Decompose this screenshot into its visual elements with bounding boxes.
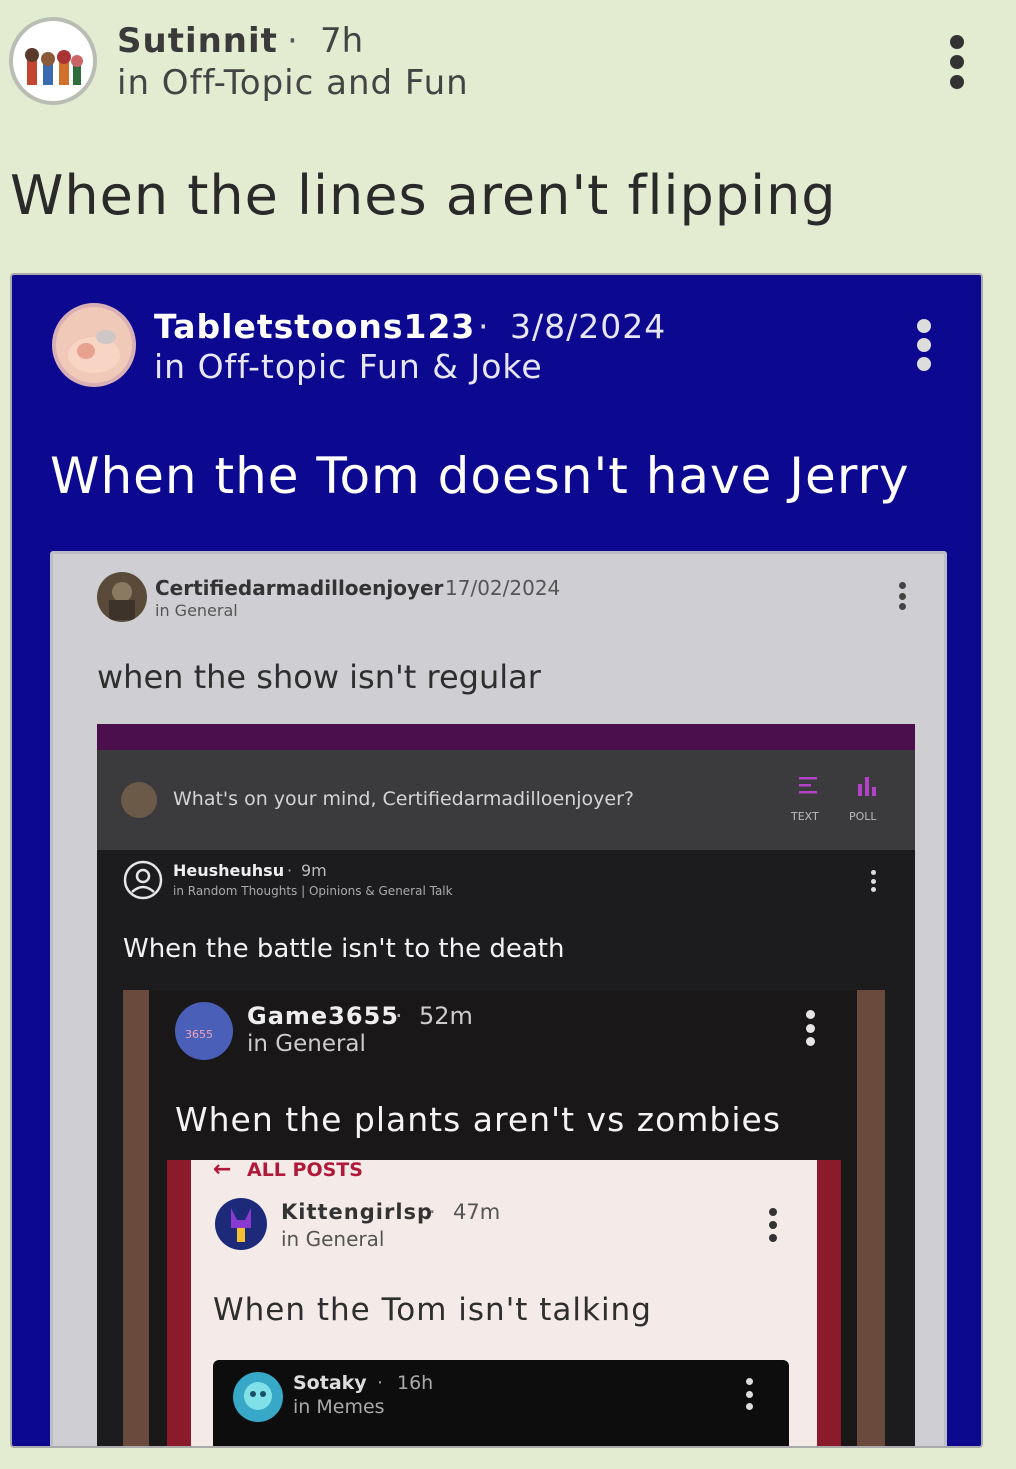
user-circle-icon bbox=[123, 860, 163, 900]
embed4-frame: 3655 Game3655 · 52m in General When the … bbox=[123, 990, 885, 1446]
embed1-separator: · bbox=[478, 307, 489, 346]
embed5-back-label: ALL POSTS bbox=[247, 1160, 363, 1181]
embed3-screen: What's on your mind, Certifiedarmadilloe… bbox=[97, 724, 915, 1446]
author-name[interactable]: Sutinnit bbox=[117, 21, 278, 61]
embed1-author: Tabletstoons123 bbox=[154, 307, 476, 346]
embed6-more-icon bbox=[745, 1378, 753, 1410]
embed5-community: in General bbox=[281, 1227, 385, 1251]
embed5-card: ← ALL POSTS Kittengirlsp · 47m in Genera… bbox=[191, 1160, 817, 1446]
embed4-avatar: 3655 bbox=[175, 1002, 233, 1060]
embed6-community: in Memes bbox=[293, 1396, 385, 1418]
embed5-title: When the Tom isn't talking bbox=[213, 1292, 652, 1328]
embed3-author: Heusheuhsu bbox=[173, 861, 285, 880]
embed2-card: Certifiedarmadilloenjoyer · 17/02/2024 i… bbox=[50, 551, 947, 1446]
embed6-time: 16h bbox=[397, 1372, 434, 1394]
embed2-more-icon bbox=[898, 582, 906, 610]
text-post-icon bbox=[797, 774, 819, 798]
embed3-poll-label: POLL bbox=[849, 810, 877, 823]
author-avatar[interactable] bbox=[9, 17, 97, 105]
embed3-time: 9m bbox=[301, 861, 327, 880]
embed4-time: 52m bbox=[419, 1002, 473, 1030]
avatar-image bbox=[25, 48, 83, 85]
embed2-title: when the show isn't regular bbox=[97, 658, 541, 696]
embed3-title: When the battle isn't to the death bbox=[123, 934, 565, 964]
embed2-avatar bbox=[97, 572, 147, 622]
post-community[interactable]: in Off-Topic and Fun bbox=[117, 63, 469, 103]
embed5-author: Kittengirlsp bbox=[281, 1200, 434, 1224]
embed1-community: in Off-topic Fun & Joke bbox=[154, 347, 543, 386]
embed5-frame: ← ALL POSTS Kittengirlsp · 47m in Genera… bbox=[167, 1160, 841, 1446]
embed2-separator: · bbox=[427, 576, 434, 600]
embed3-text-label: TEXT bbox=[791, 810, 819, 823]
embed3-composer-avatar bbox=[121, 782, 157, 818]
embed2-time: 17/02/2024 bbox=[445, 576, 561, 600]
embed3-community: in Random Thoughts | Opinions & General … bbox=[173, 884, 453, 898]
embed1-time: 3/8/2024 bbox=[510, 307, 667, 346]
embed4-community: in General bbox=[247, 1031, 366, 1057]
embed6-card: Sotaky · 16h in Memes bbox=[213, 1360, 789, 1446]
embed6-separator: · bbox=[377, 1372, 384, 1394]
embed4-title: When the plants aren't vs zombies bbox=[175, 1100, 782, 1139]
embed5-time: 47m bbox=[453, 1200, 501, 1224]
poll-icon bbox=[855, 774, 879, 798]
embed3-composer: What's on your mind, Certifiedarmadilloe… bbox=[97, 750, 915, 850]
embed4-card: 3655 Game3655 · 52m in General When the … bbox=[149, 990, 857, 1446]
embed6-avatar bbox=[233, 1372, 283, 1422]
embed4-more-icon bbox=[805, 1010, 815, 1046]
separator-dot: · bbox=[287, 21, 298, 61]
embed3-nav-strip bbox=[97, 724, 915, 750]
embed5-separator: · bbox=[429, 1200, 436, 1224]
post-image[interactable]: Tabletstoons123 · 3/8/2024 in Off-topic … bbox=[10, 273, 983, 1448]
embed2-community: in General bbox=[155, 601, 238, 620]
embed3-more-icon bbox=[870, 870, 876, 892]
embed3-separator: · bbox=[287, 861, 293, 880]
embed5-more-icon bbox=[769, 1208, 777, 1242]
embed6-author: Sotaky bbox=[293, 1372, 367, 1394]
post-time: 7h bbox=[320, 21, 364, 61]
back-arrow-icon: ← bbox=[213, 1160, 232, 1182]
embed5-avatar bbox=[215, 1198, 267, 1250]
embed4-separator: · bbox=[395, 1002, 403, 1030]
post-title: When the lines aren't flipping bbox=[10, 164, 837, 227]
embed3-composer-placeholder: What's on your mind, Certifiedarmadilloe… bbox=[173, 788, 634, 810]
embed1-title: When the Tom doesn't have Jerry bbox=[50, 447, 910, 505]
embed4-author: Game3655 bbox=[247, 1002, 399, 1030]
embed2-author: Certifiedarmadilloenjoyer bbox=[155, 576, 444, 600]
embed1-more-icon bbox=[916, 319, 932, 371]
more-vertical-icon[interactable] bbox=[946, 35, 968, 89]
embed1-avatar bbox=[52, 303, 136, 387]
